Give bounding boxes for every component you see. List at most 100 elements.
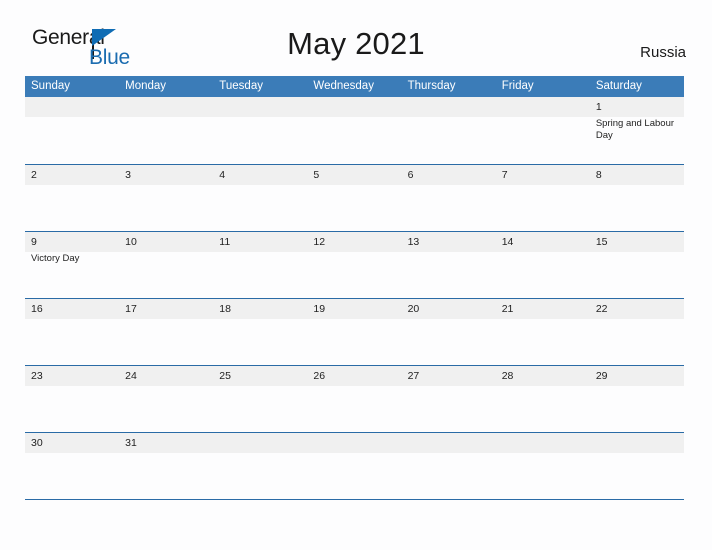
day-number: 16 bbox=[31, 303, 43, 315]
day-cell[interactable]: 10 bbox=[119, 232, 213, 298]
day-cell[interactable]: 2 bbox=[25, 165, 119, 231]
day-cell[interactable]: 9 Victory Day bbox=[25, 232, 119, 298]
calendar-week-row: 9 Victory Day 10 11 12 13 14 15 bbox=[25, 231, 684, 298]
day-cell[interactable]: 29 bbox=[590, 366, 684, 432]
day-cell[interactable]: 18 bbox=[213, 299, 307, 365]
week-cells: 30 31 bbox=[25, 433, 684, 499]
day-number: 22 bbox=[595, 303, 608, 315]
week-cells: 2 3 4 5 6 7 8 bbox=[25, 165, 684, 231]
week-cells: 16 17 18 19 20 21 22 bbox=[25, 299, 684, 365]
weekday-header-row: Sunday Monday Tuesday Wednesday Thursday Frid… bbox=[25, 76, 684, 97]
day-cell[interactable]: 24 bbox=[119, 366, 213, 432]
day-cell[interactable]: 4 bbox=[213, 165, 307, 231]
day-number: 23 bbox=[31, 370, 43, 382]
calendar-grid: Sunday Monday Tuesday Wednesday Thursday Frid… bbox=[25, 76, 684, 499]
country-label: Russia bbox=[640, 44, 686, 61]
day-cell-empty bbox=[119, 97, 213, 164]
day-number: 18 bbox=[219, 303, 231, 315]
holiday-label: Spring and Labour Day bbox=[595, 118, 675, 141]
day-cell[interactable]: 7 bbox=[496, 165, 590, 231]
day-cell[interactable]: 22 bbox=[590, 299, 684, 365]
day-number: 24 bbox=[125, 370, 137, 382]
day-number: 15 bbox=[595, 236, 608, 248]
day-number: 21 bbox=[501, 303, 514, 315]
day-cell[interactable]: 6 bbox=[402, 165, 496, 231]
day-cell-empty bbox=[213, 433, 307, 499]
calendar-week-row: 1 Spring and Labour Day bbox=[25, 97, 684, 164]
day-number: 29 bbox=[595, 370, 608, 382]
day-number: 12 bbox=[313, 236, 326, 248]
day-cell[interactable]: 17 bbox=[119, 299, 213, 365]
day-cell-empty bbox=[496, 433, 590, 499]
day-number: 6 bbox=[407, 169, 414, 181]
day-cell[interactable]: 23 bbox=[25, 366, 119, 432]
day-cell[interactable]: 21 bbox=[496, 299, 590, 365]
day-number: 20 bbox=[407, 303, 420, 315]
week-cells: 1 Spring and Labour Day bbox=[25, 97, 684, 164]
week-cells: 23 24 25 26 27 28 29 bbox=[25, 366, 684, 432]
weekday-header-thursday: Thursday bbox=[407, 80, 456, 92]
day-cell[interactable]: 20 bbox=[402, 299, 496, 365]
day-number: 26 bbox=[313, 370, 326, 382]
day-cell-empty bbox=[307, 433, 401, 499]
day-cell[interactable]: 16 bbox=[25, 299, 119, 365]
day-number: 30 bbox=[31, 437, 43, 449]
weekday-header-wednesday: Wednesday bbox=[313, 80, 374, 92]
calendar-bottom-rule bbox=[25, 499, 684, 501]
day-number: 1 bbox=[595, 101, 602, 113]
calendar-week-row: 30 31 bbox=[25, 432, 684, 499]
day-cell-empty bbox=[307, 97, 401, 164]
day-cell[interactable]: 30 bbox=[25, 433, 119, 499]
day-cell[interactable]: 27 bbox=[402, 366, 496, 432]
day-cell-empty bbox=[590, 433, 684, 499]
day-number: 27 bbox=[407, 370, 420, 382]
holiday-label: Victory Day bbox=[31, 253, 80, 264]
day-cell[interactable]: 14 bbox=[496, 232, 590, 298]
day-cell[interactable]: 28 bbox=[496, 366, 590, 432]
day-cell[interactable]: 12 bbox=[307, 232, 401, 298]
weekday-header-tuesday: Tuesday bbox=[219, 80, 263, 92]
day-cell-empty bbox=[402, 97, 496, 164]
day-cell[interactable]: 3 bbox=[119, 165, 213, 231]
page-title: May 2021 bbox=[287, 26, 425, 61]
calendar-week-row: 23 24 25 26 27 28 29 bbox=[25, 365, 684, 432]
day-number: 14 bbox=[501, 236, 514, 248]
day-number: 25 bbox=[219, 370, 231, 382]
page-header: General Blue May 2021 Russia bbox=[0, 0, 712, 76]
day-cell[interactable]: 13 bbox=[402, 232, 496, 298]
calendar-weeks: 1 Spring and Labour Day 2 3 4 5 6 7 8 9 Victory Da… bbox=[25, 97, 684, 499]
day-cell[interactable]: 11 bbox=[213, 232, 307, 298]
day-cell[interactable]: 5 bbox=[307, 165, 401, 231]
day-number: 9 bbox=[31, 236, 37, 248]
day-number: 17 bbox=[125, 303, 137, 315]
weekday-header-monday: Monday bbox=[125, 80, 167, 92]
day-number: 19 bbox=[313, 303, 326, 315]
day-number: 4 bbox=[219, 169, 226, 181]
day-cell[interactable]: 25 bbox=[213, 366, 307, 432]
day-number: 7 bbox=[501, 169, 508, 181]
day-number: 2 bbox=[31, 169, 37, 181]
week-cells: 9 Victory Day 10 11 12 13 14 15 bbox=[25, 232, 684, 298]
day-cell[interactable]: 15 bbox=[590, 232, 684, 298]
day-number: 3 bbox=[125, 169, 131, 181]
day-cell-empty bbox=[496, 97, 590, 164]
weekday-header-sunday: Sunday bbox=[31, 80, 71, 92]
day-cell[interactable]: 26 bbox=[307, 366, 401, 432]
day-number: 31 bbox=[125, 437, 137, 449]
day-cell[interactable]: 8 bbox=[590, 165, 684, 231]
day-cell[interactable]: 19 bbox=[307, 299, 401, 365]
weekday-header-friday: Friday bbox=[501, 80, 534, 92]
day-number: 11 bbox=[219, 236, 231, 248]
day-cell-empty bbox=[213, 97, 307, 164]
day-number: 13 bbox=[407, 236, 420, 248]
day-number: 5 bbox=[313, 169, 320, 181]
day-cell[interactable]: 31 bbox=[119, 433, 213, 499]
day-cell[interactable]: 1 Spring and Labour Day bbox=[590, 97, 684, 164]
day-cell-empty bbox=[402, 433, 496, 499]
day-number: 8 bbox=[595, 169, 602, 181]
calendar-week-row: 16 17 18 19 20 21 22 bbox=[25, 298, 684, 365]
day-cell-empty bbox=[25, 97, 119, 164]
calendar-week-row: 2 3 4 5 6 7 8 bbox=[25, 164, 684, 231]
day-number: 10 bbox=[125, 236, 137, 248]
day-number: 28 bbox=[501, 370, 514, 382]
